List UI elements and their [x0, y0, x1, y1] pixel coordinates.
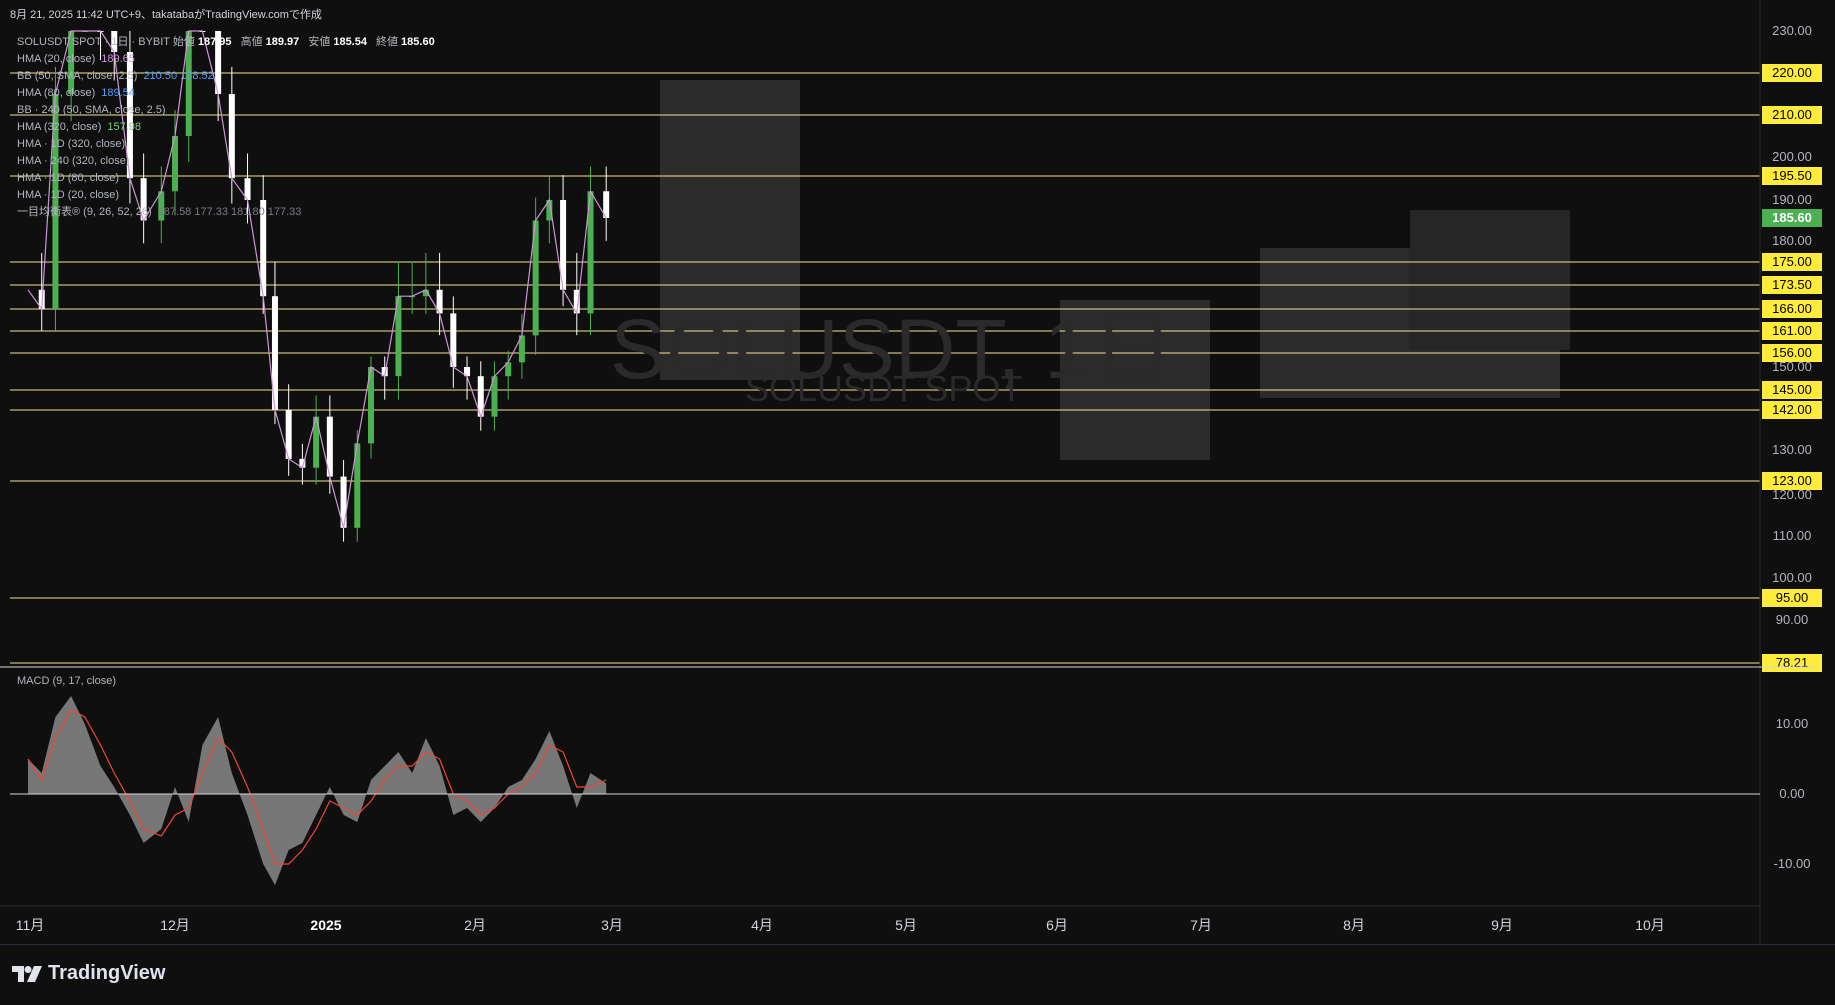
legend-label: HMA · 1D (320, close): [17, 138, 126, 150]
level-label: 78.21: [1776, 655, 1809, 670]
legend-row[interactable]: HMA · 1D (320, close): [17, 136, 441, 153]
level-label: 123.00: [1772, 473, 1812, 488]
time-tick: 3月: [601, 917, 623, 933]
legend-label: HMA (20, close): [17, 53, 96, 65]
legend-value: 187.58 177.33 181.80 177.33: [157, 206, 302, 218]
time-tick: 4月: [751, 917, 773, 933]
macd-legend[interactable]: MACD (9, 17, close): [17, 675, 116, 687]
legend-label: HMA (320, close): [17, 121, 102, 133]
legend-row[interactable]: BB · 240 (50, SMA, close, 2.5): [17, 102, 441, 119]
last-price-label: 185.60: [1772, 210, 1812, 225]
legend-label: HMA (80, close): [17, 87, 96, 99]
level-label: 166.00: [1772, 301, 1812, 316]
legend-row[interactable]: HMA (80, close) 189.54: [17, 85, 441, 102]
legend-label: 一目均衡表® (9, 26, 52, 26): [17, 206, 152, 218]
legend-value: 210.50 138.52: [143, 70, 214, 82]
price-tick: 100.00: [1772, 570, 1812, 585]
time-tick: 5月: [895, 917, 917, 933]
level-label: 95.00: [1776, 590, 1809, 605]
tradingview-logo[interactable]: TradingView: [12, 962, 165, 985]
legend-row[interactable]: HMA · 240 (320, close): [17, 153, 441, 170]
time-tick: 2025: [310, 917, 341, 933]
price-tick: 190.00: [1772, 192, 1812, 207]
legend-label: HMA · 1D (20, close): [17, 189, 120, 201]
legend-value: 189.54: [101, 87, 135, 99]
price-tick: 230.00: [1772, 23, 1812, 38]
time-tick: 9月: [1491, 917, 1513, 933]
time-tick: 6月: [1046, 917, 1068, 933]
legend-label: HMA · 1D (80, close): [17, 172, 120, 184]
price-tick: 200.00: [1772, 149, 1812, 164]
symbol-label: SOLUSDT SPOT · 1日 · BYBIT: [17, 36, 170, 48]
chart-header: 8月 21, 2025 11:42 UTC+9、takatabaがTrading…: [10, 9, 322, 21]
price-tick: 110.00: [1773, 528, 1812, 543]
time-tick: 7月: [1190, 917, 1212, 933]
level-label: 220.00: [1772, 65, 1812, 80]
legend-row[interactable]: HMA · 1D (20, close): [17, 187, 441, 204]
level-label: 142.00: [1772, 402, 1812, 417]
time-tick: 12月: [160, 917, 190, 933]
legend-row[interactable]: BB (50, SMA, close, 2.5) 210.50 138.52: [17, 68, 441, 85]
footer: TradingView: [0, 944, 1835, 1005]
legend-label: BB (50, SMA, close, 2.5): [17, 70, 138, 82]
legend-row[interactable]: HMA (320, close) 157.98: [17, 119, 441, 136]
legend-row[interactable]: HMA · 1D (80, close): [17, 170, 441, 187]
price-tick: 150.00: [1772, 359, 1812, 374]
macd-tick: 0.00: [1779, 786, 1804, 801]
legend-row[interactable]: HMA (20, close) 189.65: [17, 51, 441, 68]
level-label: 173.50: [1772, 277, 1812, 292]
time-tick: 11月: [16, 917, 45, 933]
tradingview-logo-icon: [12, 965, 42, 982]
macd-tick: 10.00: [1776, 716, 1809, 731]
macd-tick: -10.00: [1774, 856, 1811, 871]
price-tick: 180.00: [1772, 233, 1812, 248]
time-tick: 10月: [1635, 917, 1665, 933]
level-label: 145.00: [1772, 382, 1812, 397]
legend-value: 157.98: [107, 121, 142, 133]
time-tick: 2月: [464, 917, 486, 933]
high-value: 189.97: [265, 36, 300, 48]
ohlc-row[interactable]: SOLUSDT SPOT · 1日 · BYBIT 始値 187.95 高値 189…: [17, 34, 441, 51]
time-tick: 8月: [1343, 917, 1365, 933]
open-value: 187.95: [197, 36, 232, 48]
close-value: 185.60: [401, 36, 435, 48]
legend-row[interactable]: 一目均衡表® (9, 26, 52, 26) 187.58 177.33 181.…: [17, 204, 441, 221]
indicator-legend: SOLUSDT SPOT · 1日 · BYBIT 始値 187.95 高値 189…: [17, 34, 441, 221]
level-label: 161.00: [1772, 323, 1812, 338]
price-tick: 120.00: [1772, 487, 1812, 502]
price-tick: 90.00: [1776, 612, 1809, 627]
watermark-sub: SOLUSDT SPOT: [745, 368, 1023, 409]
level-label: 175.00: [1772, 254, 1812, 269]
low-value: 185.54: [333, 36, 367, 48]
legend-label: HMA · 240 (320, close): [17, 155, 130, 167]
level-label: 156.00: [1772, 345, 1812, 360]
level-label: 195.50: [1772, 168, 1812, 183]
cloud-band: [1410, 210, 1570, 350]
level-label: 210.00: [1772, 107, 1812, 122]
legend-value: 189.65: [101, 53, 135, 65]
legend-label: BB · 240 (50, SMA, close, 2.5): [17, 104, 166, 116]
price-tick: 130.00: [1772, 442, 1812, 457]
